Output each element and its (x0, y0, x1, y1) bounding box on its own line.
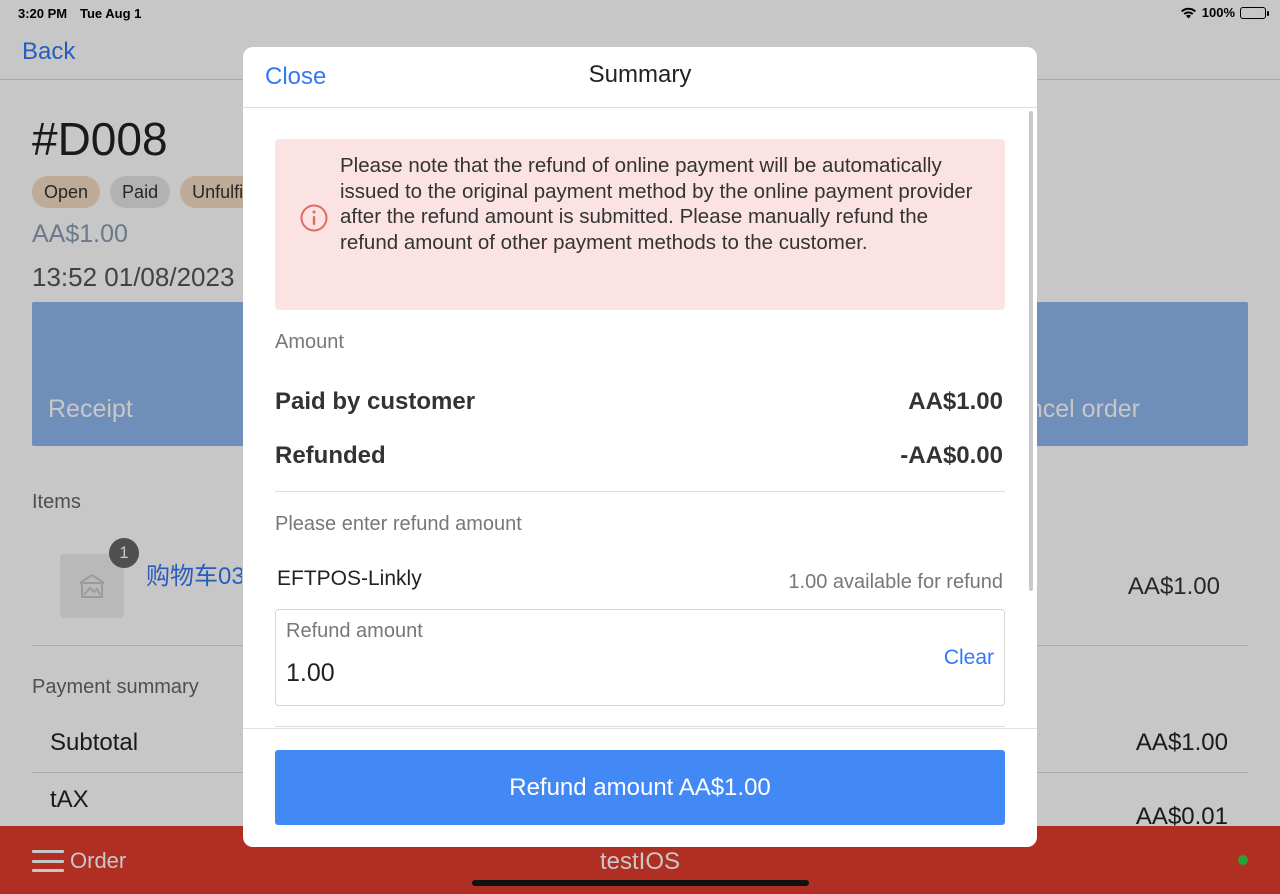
amount-heading: Amount (275, 331, 344, 353)
paid-by-customer-value: AA$1.00 (908, 388, 1003, 415)
refund-amount-input[interactable]: 1.00 (286, 659, 335, 688)
refund-amount-field[interactable]: Refund amount 1.00 Clear (275, 609, 1005, 706)
info-icon (300, 204, 328, 232)
next-method-divider (275, 726, 1005, 727)
refund-amount-label: Refund amount (286, 620, 423, 642)
refund-heading: Please enter refund amount (275, 513, 522, 535)
modal-header: Close Summary (243, 47, 1037, 108)
scrollbar[interactable] (1029, 111, 1033, 591)
amount-divider (275, 491, 1005, 492)
paid-by-customer-label: Paid by customer (275, 388, 476, 415)
clear-button[interactable]: Clear (944, 646, 994, 670)
refunded-label: Refunded (275, 442, 386, 469)
home-indicator[interactable] (472, 880, 809, 886)
refund-notice: Please note that the refund of online pa… (275, 139, 1005, 310)
submit-refund-button[interactable]: Refund amount AA$1.00 (275, 750, 1005, 825)
refunded-value: -AA$0.00 (900, 442, 1003, 469)
notice-text: Please note that the refund of online pa… (340, 154, 973, 254)
footer-divider (243, 728, 1037, 729)
refund-summary-modal: Close Summary Please note that the refun… (243, 47, 1037, 847)
modal-title: Summary (588, 61, 692, 88)
available-for-refund: 1.00 available for refund (788, 571, 1003, 593)
payment-method-name: EFTPOS-Linkly (277, 567, 422, 590)
